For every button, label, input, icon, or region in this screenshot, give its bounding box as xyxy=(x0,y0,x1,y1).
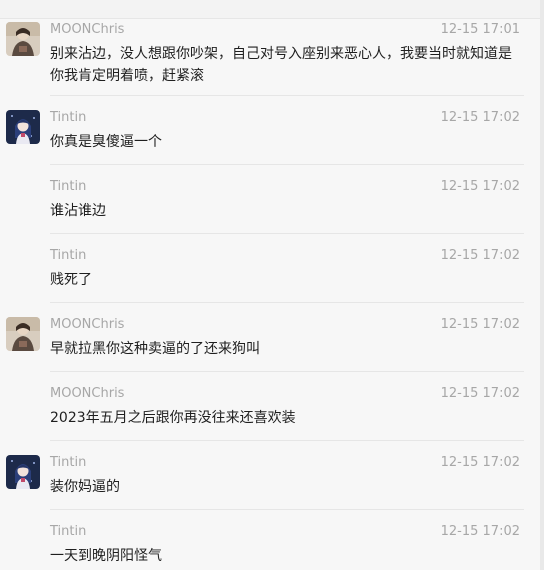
chat-message-row: Tintin 12-15 17:02 你真是臭傻逼一个 xyxy=(0,110,540,160)
sender-name[interactable]: Tintin xyxy=(50,524,86,539)
message-text: 装你妈逼的 xyxy=(50,479,120,495)
message-text: 2023年五月之后跟你再没往来还喜欢装 xyxy=(50,410,296,426)
message-text: 谁沾谁边 xyxy=(50,203,106,219)
moonchris-avatar[interactable] xyxy=(6,22,40,56)
chat-message-row: Tintin 12-15 17:02 谁沾谁边 xyxy=(0,179,540,229)
message-text: 一天到晚阴阳怪气 xyxy=(50,548,162,564)
chat-message-row: Tintin 12-15 17:02 贱死了 xyxy=(0,248,540,298)
message-timestamp: 12-15 17:01 xyxy=(440,22,520,37)
message-timestamp: 12-15 17:02 xyxy=(440,524,520,539)
window-top-edge xyxy=(0,0,544,19)
message-divider xyxy=(50,95,524,96)
chat-message-row: MOONChris 12-15 17:01 别来沾边，没人想跟你吵架，自己对号入… xyxy=(0,22,540,92)
message-divider xyxy=(50,302,524,303)
sender-name[interactable]: MOONChris xyxy=(50,386,124,401)
message-divider xyxy=(50,164,524,165)
chat-message-row: MOONChris 12-15 17:02 早就拉黑你这种卖逼的了还来狗叫 xyxy=(0,317,540,367)
message-timestamp: 12-15 17:02 xyxy=(440,386,520,401)
chat-message-row: Tintin 12-15 17:02 一天到晚阴阳怪气 xyxy=(0,524,540,570)
chat-message-row: Tintin 12-15 17:02 装你妈逼的 xyxy=(0,455,540,505)
message-divider xyxy=(50,233,524,234)
sender-name[interactable]: MOONChris xyxy=(50,22,124,37)
message-divider xyxy=(50,371,524,372)
message-text: 早就拉黑你这种卖逼的了还来狗叫 xyxy=(50,341,260,357)
message-divider xyxy=(50,440,524,441)
message-text: 别来沾边，没人想跟你吵架，自己对号入座别来恶心人，我要当时就知道是你我肯定明着喷… xyxy=(50,46,512,84)
scrollbar-track[interactable] xyxy=(540,0,544,570)
message-timestamp: 12-15 17:02 xyxy=(440,455,520,470)
message-timestamp: 12-15 17:02 xyxy=(440,317,520,332)
sender-name[interactable]: Tintin xyxy=(50,110,86,125)
moonchris-avatar[interactable] xyxy=(6,317,40,351)
message-timestamp: 12-15 17:02 xyxy=(440,179,520,194)
message-timestamp: 12-15 17:02 xyxy=(440,110,520,125)
tintin-avatar[interactable] xyxy=(6,455,40,489)
sender-name[interactable]: MOONChris xyxy=(50,317,124,332)
message-text: 你真是臭傻逼一个 xyxy=(50,134,162,150)
sender-name[interactable]: Tintin xyxy=(50,179,86,194)
message-timestamp: 12-15 17:02 xyxy=(440,248,520,263)
tintin-avatar[interactable] xyxy=(6,110,40,144)
sender-name[interactable]: Tintin xyxy=(50,455,86,470)
sender-name[interactable]: Tintin xyxy=(50,248,86,263)
message-text: 贱死了 xyxy=(50,272,92,288)
message-divider xyxy=(50,509,524,510)
chat-message-row: MOONChris 12-15 17:02 2023年五月之后跟你再没往来还喜欢… xyxy=(0,386,540,436)
